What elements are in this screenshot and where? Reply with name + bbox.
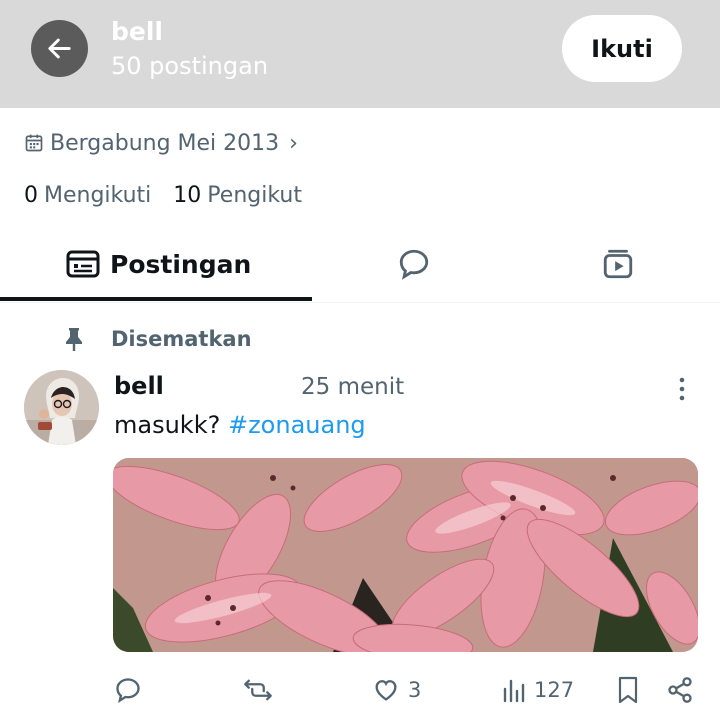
tab-replies[interactable] <box>397 225 431 303</box>
post-author-name[interactable]: bell <box>114 372 164 400</box>
like-count: 3 <box>408 678 422 702</box>
following-count[interactable]: 0 <box>24 183 38 208</box>
following-label[interactable]: Mengikuti <box>44 183 151 208</box>
active-tab-indicator <box>0 297 312 301</box>
post-image[interactable] <box>113 458 698 652</box>
header-post-count: 50 postingan <box>111 52 269 80</box>
heart-icon <box>375 680 397 701</box>
posts-icon <box>66 250 100 278</box>
repost-button[interactable] <box>243 670 273 710</box>
calendar-icon <box>25 134 43 152</box>
lily-flowers-image <box>113 458 698 652</box>
pinned-indicator: Disematkan <box>63 326 252 352</box>
like-button[interactable]: 3 <box>372 670 421 710</box>
share-icon <box>668 677 692 703</box>
tab-media[interactable] <box>601 225 635 303</box>
tab-posts-label: Postingan <box>110 249 252 279</box>
post-timestamp[interactable]: 25 menit <box>301 374 404 400</box>
pin-icon <box>66 328 82 351</box>
reply-button[interactable] <box>114 670 142 710</box>
post-hashtag[interactable]: #zonauang <box>228 411 366 439</box>
followers-count[interactable]: 10 <box>173 183 201 208</box>
post-actions: 3 127 <box>0 670 720 710</box>
follow-stats: 0 Mengikuti 10 Pengikut <box>24 183 302 208</box>
chevron-right-icon: › <box>289 130 298 156</box>
avatar[interactable] <box>24 370 99 445</box>
follow-button[interactable]: Ikuti <box>562 15 682 82</box>
tab-posts[interactable]: Postingan <box>66 225 251 303</box>
pinned-label: Disematkan <box>111 327 252 351</box>
media-icon <box>603 249 633 279</box>
repost-icon <box>244 679 272 701</box>
post-body-text: masukk? <box>114 411 228 439</box>
avatar-image <box>24 370 99 445</box>
profile-header-bar: bell 50 postingan Ikuti <box>0 0 720 108</box>
back-button[interactable] <box>31 20 88 77</box>
joined-text: Bergabung Mei 2013 <box>50 130 280 156</box>
followers-label[interactable]: Pengikut <box>207 183 302 208</box>
reply-icon <box>116 678 140 703</box>
share-button[interactable] <box>666 670 694 710</box>
bookmark-icon <box>618 676 638 704</box>
views-chart-icon <box>503 679 525 703</box>
post-text: masukk? #zonauang <box>114 411 366 439</box>
header-display-name: bell <box>111 17 163 46</box>
view-count: 127 <box>534 678 575 702</box>
arrow-left-icon <box>48 38 71 59</box>
speech-bubble-icon <box>399 249 429 280</box>
joined-date-row[interactable]: Bergabung Mei 2013 › <box>24 128 298 158</box>
views-button[interactable]: 127 <box>502 670 574 710</box>
more-options-icon[interactable] <box>672 376 692 402</box>
bookmark-button[interactable] <box>616 670 640 710</box>
profile-tabs: Postingan <box>0 225 720 303</box>
